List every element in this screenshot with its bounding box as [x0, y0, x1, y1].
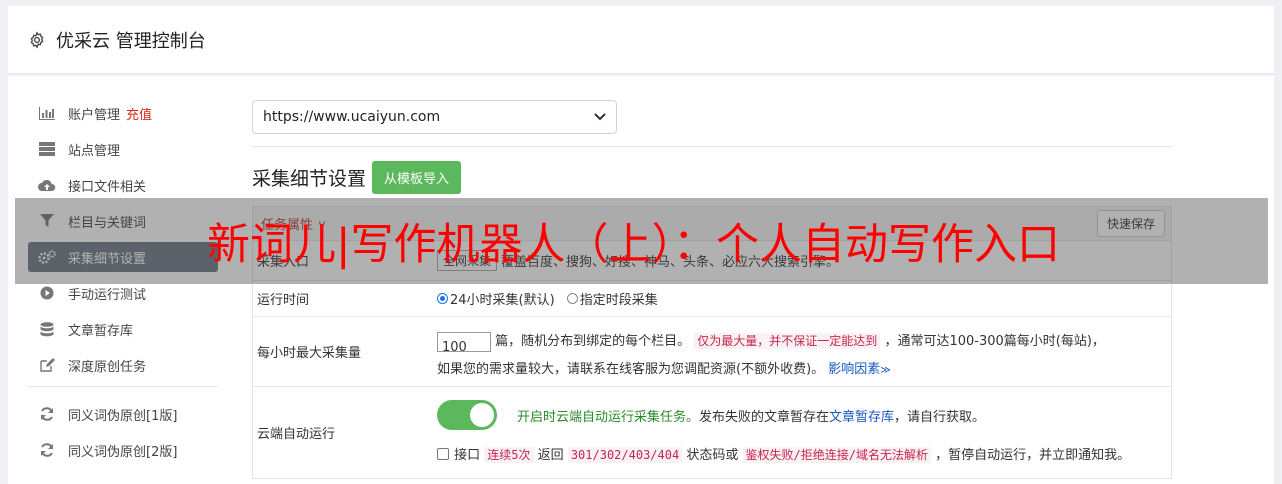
- row-cloud-run: 云端自动运行 开启时云端自动运行采集任务。 发布失败的文章暂存在 文章暂存库 ，…: [253, 387, 1171, 479]
- max-text-3: 如果您的需求量较大，请联系在线客服为您调配资源(不额外收费)。: [437, 362, 825, 377]
- cloud-text-2: 发布失败的文章暂存在: [699, 409, 830, 425]
- sidebar-item-account[interactable]: 账户管理 充值: [28, 98, 218, 128]
- sidebar-item-sites[interactable]: 站点管理: [28, 134, 218, 164]
- sidebar-item-label: 接口文件相关: [68, 179, 147, 195]
- sidebar-item-label: 同义词伪原创[1版]: [68, 408, 178, 424]
- notify-text-3: 状态码或: [686, 448, 739, 463]
- runtime-24h-label: 24小时采集(默认): [450, 293, 555, 308]
- notify-code-3: 鉴权失败/拒绝连接/域名无法解析: [742, 447, 931, 463]
- runtime-24h-radio[interactable]: [437, 293, 448, 304]
- gear-icon: [30, 30, 44, 49]
- sidebar-item-label: 账户管理: [68, 107, 121, 123]
- sidebar-item-label: 手动运行测试: [68, 287, 147, 303]
- edit-icon: [38, 358, 56, 372]
- server-icon: [38, 142, 56, 156]
- database-icon: [38, 321, 56, 336]
- overlay-title: 新词儿|写作机器人（上）：个人自动写作入口: [207, 220, 1060, 270]
- notify-code-2: 301/302/403/404: [567, 447, 683, 463]
- row-label: 云端自动运行: [257, 427, 336, 442]
- sidebar-item-label: 站点管理: [68, 143, 121, 159]
- notify-checkbox[interactable]: [437, 448, 449, 460]
- max-note-code: 仅为最大量，并不保证一定能达到: [694, 333, 881, 349]
- bar-chart-icon: [38, 106, 56, 120]
- article-store-link[interactable]: 文章暂存库: [829, 406, 894, 425]
- runtime-period-radio[interactable]: [566, 293, 578, 304]
- sidebar-item-interface[interactable]: 接口文件相关: [28, 170, 218, 200]
- main-content: https://www.ucaiyun.com 采集细节设置 从模板导入 任务属…: [252, 100, 1172, 479]
- sidebar-item-article-store[interactable]: 文章暂存库: [28, 314, 218, 344]
- sidebar-item-label: 同义词伪原创[2版]: [68, 444, 178, 460]
- site-select[interactable]: https://www.ucaiyun.com: [252, 100, 617, 134]
- top-header: 优采云 管理控制台: [8, 6, 1274, 74]
- cloud-text-1: 开启时云端自动运行采集任务。: [517, 409, 700, 425]
- max-text-1: 篇，随机分布到绑定的每个栏目。: [495, 334, 691, 349]
- notify-code-1: 连续5次: [484, 447, 534, 463]
- site-select-value: https://www.ucaiyun.com: [263, 109, 441, 125]
- runtime-period-label: 指定时段采集: [579, 293, 658, 308]
- influence-factors-link[interactable]: 影响因素: [828, 362, 880, 377]
- sidebar-item-synonym-v2[interactable]: 同义词伪原创[2版]: [28, 435, 218, 465]
- cloud-text-3: ，请自行获取。: [894, 409, 986, 425]
- row-max-per-hour: 每小时最大采集量 100 篇，随机分布到绑定的每个栏目。 仅为最大量，并不保证一…: [253, 317, 1171, 387]
- notify-text-2: 返回: [537, 448, 564, 463]
- divider: [252, 146, 1172, 147]
- max-text-2: ，通常可达100-300篇每小时(每站)，: [884, 334, 1105, 349]
- console-title: 优采云 管理控制台: [56, 30, 206, 52]
- row-label: 运行时间: [257, 293, 310, 308]
- sidebar-item-label: 文章暂存库: [68, 323, 134, 339]
- notify-text-4: ，暂停自动运行，并立即通知我。: [935, 448, 1131, 463]
- sidebar-divider: [28, 386, 218, 387]
- notify-text-1: 接口: [454, 448, 481, 463]
- max-per-hour-input[interactable]: 100: [437, 331, 491, 355]
- chevron-down-icon: [594, 113, 606, 121]
- section-header: 采集细节设置 从模板导入: [252, 161, 1172, 194]
- sidebar-item-deep-original[interactable]: 深度原创任务: [28, 350, 218, 380]
- import-template-button[interactable]: 从模板导入: [372, 161, 462, 194]
- sidebar-item-synonym-v1[interactable]: 同义词伪原创[1版]: [28, 399, 218, 429]
- row-runtime: 运行时间 24小时采集(默认) 指定时段采集: [253, 281, 1171, 317]
- cloud-upload-icon: [38, 178, 56, 192]
- refresh-icon: [38, 443, 56, 457]
- sidebar-item-label: 深度原创任务: [68, 359, 147, 375]
- refresh-icon: [38, 407, 56, 421]
- sidebar: 账户管理 充值 站点管理 接口文件相关 栏目与关键词 采集细节设置 手动运行测试…: [28, 98, 218, 471]
- section-title: 采集细节设置: [252, 168, 367, 190]
- recharge-link[interactable]: 充值: [126, 104, 152, 123]
- double-chevron-down-icon: ≫: [880, 365, 891, 376]
- row-label: 每小时最大采集量: [257, 346, 362, 361]
- cloud-run-toggle[interactable]: [437, 400, 497, 430]
- play-icon: [38, 286, 56, 300]
